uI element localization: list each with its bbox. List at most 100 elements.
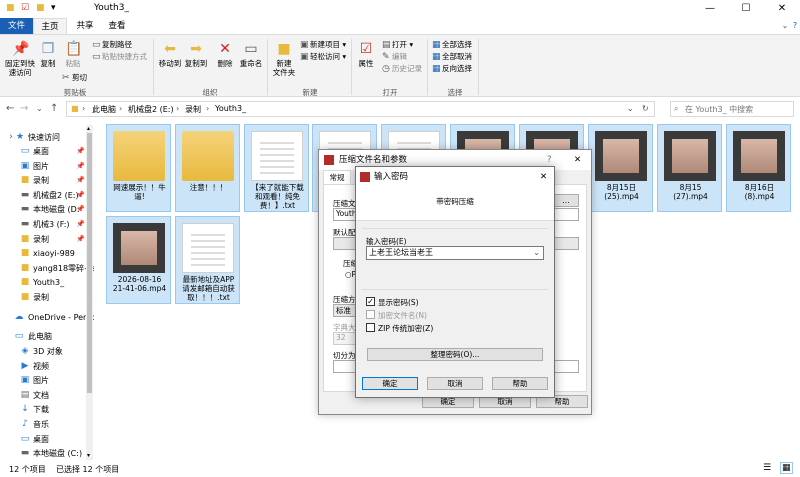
organize-passwords-button[interactable]: 整理密码(O)... [367,348,543,361]
folder-icon[interactable]: ■ [36,3,46,13]
dropdown-icon[interactable]: ▾ [51,3,61,13]
cut-button[interactable]: ✂ 剪切 [62,72,87,84]
nav-item[interactable]: ■ 录制 [0,291,94,304]
zip-legacy-checkbox[interactable] [366,323,375,332]
nav-item[interactable]: ▬ 机械3 (F:) 📌 [0,218,94,231]
refresh-icon[interactable]: ↻ [642,104,649,113]
easy-access-button[interactable]: ▣轻松访问 ▾ [300,51,346,63]
breadcrumb-current[interactable]: Youth3_ [215,104,246,113]
nav-item[interactable]: ◈ 3D 对象 [0,345,94,358]
up-icon[interactable]: ↑ [50,103,58,114]
new-item-button[interactable]: ▣新建项目 ▾ [300,39,346,51]
file-item[interactable]: 2026-08-16 21-41-06.mp4 [106,216,171,304]
open-button[interactable]: ▤打开 ▾ [382,39,413,51]
nav-item[interactable]: ■ yang818零碎+a [0,262,94,275]
drive-icon: ▬ [20,219,30,229]
nav-item[interactable]: ▤ 文档 [0,389,94,402]
nav-this-pc[interactable]: ▭ 此电脑 [0,330,94,343]
copy-path-button[interactable]: ▭复制路径 [92,39,132,51]
ribbon-separator [267,39,268,95]
scrollbar-thumb[interactable] [87,133,92,393]
chevron-right-icon: › [119,104,123,113]
tab-general[interactable]: 常规 [323,170,351,184]
show-password-checkbox[interactable]: ✓ [366,297,375,306]
breadcrumb-drive[interactable]: 机械盘2 (E:) [128,104,174,115]
password-ok-button[interactable]: 确定 [362,377,418,390]
nav-quick-access[interactable]: › ★ 快速访问 [0,131,94,144]
address-bar-row: ← → ⌄ ↑ ■ › 此电脑 › 机械盘2 (E:) › 录制 › Youth… [0,99,800,119]
address-bar[interactable]: ■ › 此电脑 › 机械盘2 (E:) › 录制 › Youth3_ ⌄ ↻ [66,101,655,117]
file-item[interactable]: 8月15 (27).mp4 [657,124,722,212]
rename-button[interactable]: ▭ 重命名 [238,41,264,68]
chevron-down-icon[interactable]: ⌄ [533,247,540,259]
large-icons-view-icon[interactable]: ▦ [780,462,793,474]
encrypt-names-checkbox[interactable] [366,310,375,319]
invert-selection-button[interactable]: ▦反向选择 [432,63,472,75]
close-button[interactable]: ✕ [764,0,800,18]
tab-view[interactable]: 查看 [102,18,132,34]
pin-quick-access-button[interactable]: 📌 固定到快 速访问 [4,41,36,77]
move-to-button[interactable]: ⬅ 移动到 [158,41,182,68]
password-cancel-button[interactable]: 取消 [427,377,483,390]
file-item[interactable]: 最新地址及APP 请发邮箱自动获 取！！！.txt [175,216,240,304]
properties-button[interactable]: ☑ 属性 [355,41,377,68]
close-icon[interactable]: ✕ [574,150,581,170]
breadcrumb-recordings[interactable]: 录制 [185,104,201,115]
nav-item[interactable]: ■ Youth3_ [0,276,94,289]
password-input[interactable]: 上老王论坛当老王 ⌄ [366,246,544,260]
file-item[interactable]: 网速展示！！牛 逼! [106,124,171,212]
nav-item[interactable]: ■ 录制 📌 [0,233,94,246]
tab-share[interactable]: 共享 [70,18,100,34]
checkmark-icon[interactable]: ☑ [21,3,31,13]
nav-onedrive[interactable]: ☁ OneDrive - Perso [0,311,95,324]
nav-item[interactable]: ▬ 机械盘2 (E:) 📌 [0,189,94,202]
file-item[interactable]: 【来了就能下载 和观看！纯免 费！】.txt [244,124,309,212]
edit-button[interactable]: ✎ 编辑 [382,51,407,63]
nav-item[interactable]: ■ 录制 📌 [0,174,94,187]
delete-button[interactable]: ✕ 删除 [214,41,236,68]
search-input[interactable]: ⌕ 在 Youth3_ 中搜索 [670,101,794,117]
folder-icon: ■ [20,233,30,244]
nav-item[interactable]: ▭ 桌面 [0,433,94,446]
nav-item[interactable]: ▬ 本地磁盘 (D: 📌 [0,203,94,216]
paste-shortcut-button[interactable]: ▭粘贴快捷方式 [92,51,147,63]
nav-item[interactable]: ♪ 音乐 [0,418,94,431]
details-view-icon[interactable]: ☰ [763,463,771,473]
scroll-down-icon[interactable]: ▾ [87,452,90,459]
select-none-button[interactable]: ▦全部取消 [432,51,472,63]
nav-item[interactable]: ↓ 下载 [0,403,94,416]
password-help-button[interactable]: 帮助 [492,377,548,390]
nav-item[interactable]: ▭ 桌面 📌 [0,145,94,158]
new-folder-button[interactable]: ■ 新建 文件夹 [270,41,298,77]
file-item[interactable]: 注意！！！ [175,124,240,212]
recent-locations-icon[interactable]: ⌄ [36,104,43,113]
breadcrumb-this-pc[interactable]: 此电脑 [92,104,116,115]
paste-button[interactable]: 📋 粘贴 [61,41,85,68]
maximize-button[interactable]: ☐ [728,0,764,18]
nav-scrollbar[interactable]: ▴ ▾ [86,125,93,460]
music-icon: ♪ [22,419,28,429]
chevron-down-icon[interactable]: ⌄ [627,104,634,113]
ribbon-expand-icon[interactable]: ⌄ [780,18,790,34]
select-all-button[interactable]: ▦全部选择 [432,39,472,51]
scroll-up-icon[interactable]: ▴ [87,125,90,132]
minimize-button[interactable]: — [692,0,728,18]
file-item[interactable]: 8月15日 (25).mp4 [588,124,653,212]
nav-item[interactable]: ▬ 本地磁盘 (C:) [0,447,94,460]
history-button[interactable]: ◷ 历史记录 [382,63,422,75]
close-icon[interactable]: ✕ [540,167,547,187]
copy-to-button[interactable]: ➡ 复制到 [184,41,208,68]
copy-button[interactable]: ❐ 复制 [37,41,59,68]
nav-item[interactable]: ■ xiaoyi-989 [0,247,94,260]
file-item[interactable]: 8月16日 (8).mp4 [726,124,791,212]
back-icon[interactable]: ← [6,103,14,114]
tab-file[interactable]: 文件 [0,18,33,34]
pin-icon: 📌 [76,190,85,199]
browse-button[interactable]: ... [553,194,579,207]
tab-home[interactable]: 主页 [33,18,67,34]
nav-item[interactable]: ▣ 图片 [0,374,94,387]
help-icon[interactable]: ? [790,18,800,34]
nav-item[interactable]: ▣ 图片 📌 [0,160,94,173]
forward-icon[interactable]: → [20,103,28,114]
nav-item[interactable]: ▶ 视频 [0,360,94,373]
